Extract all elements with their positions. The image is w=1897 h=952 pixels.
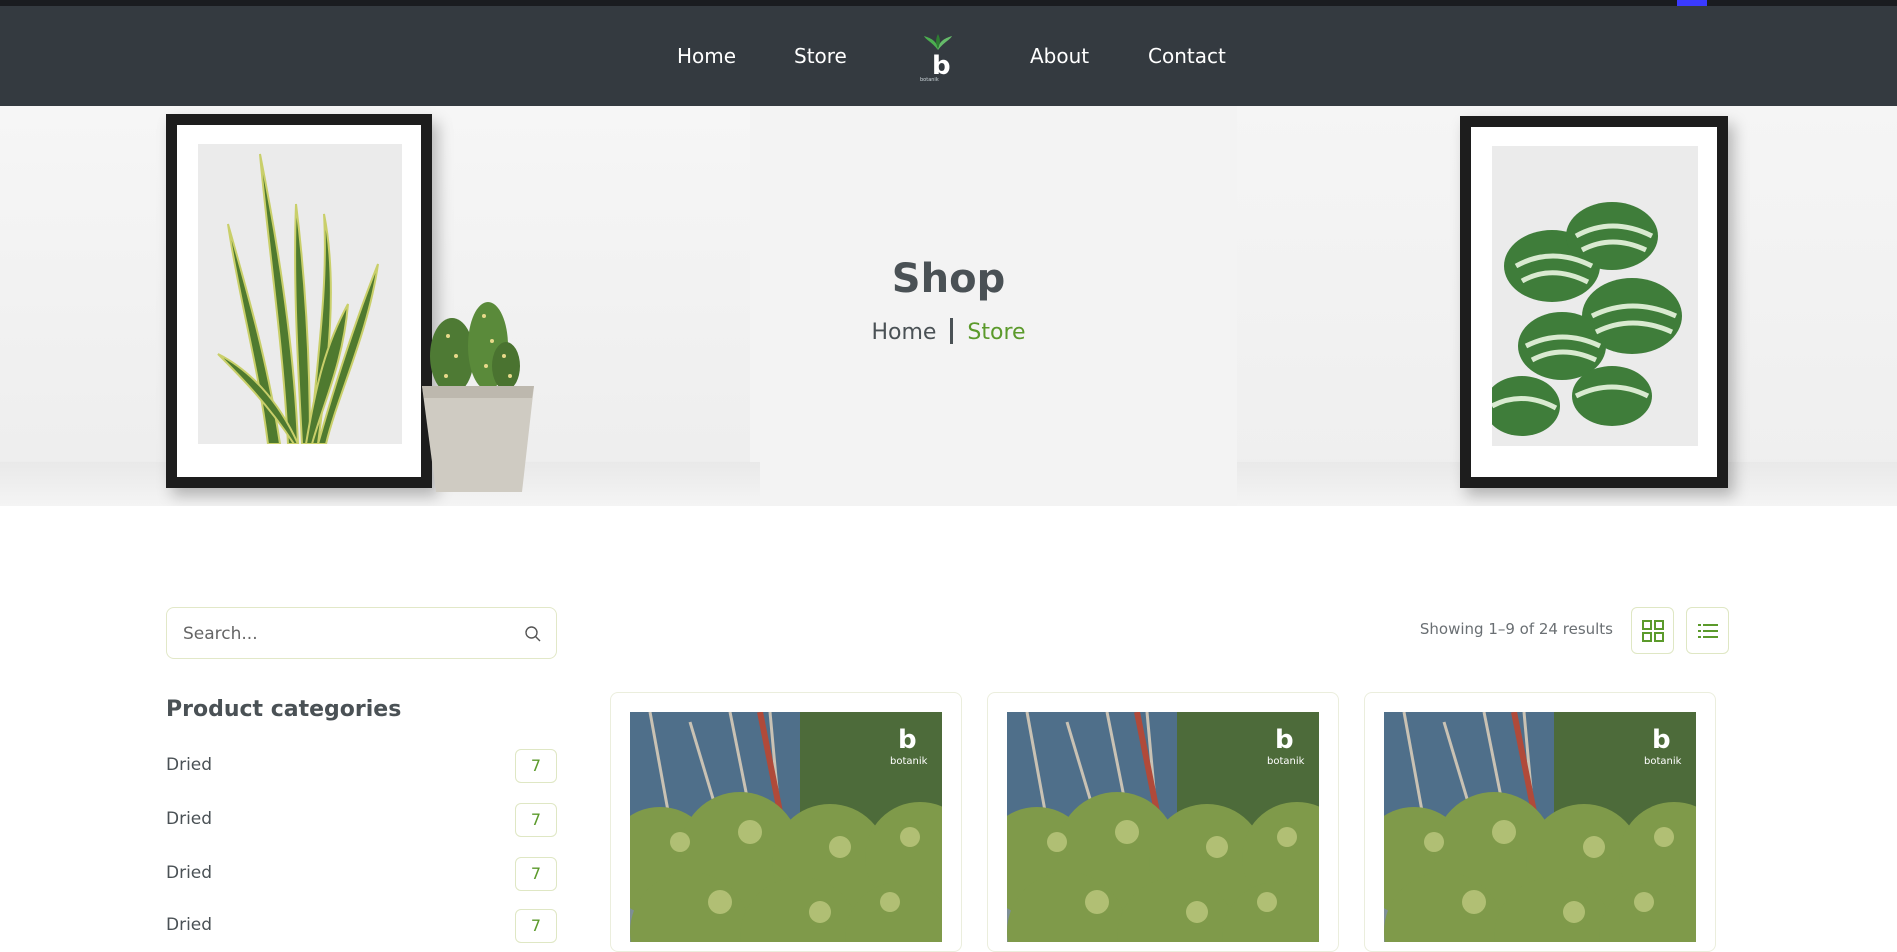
svg-text:b: b xyxy=(898,725,917,755)
category-label: Dried xyxy=(166,809,213,829)
product-photo: b botanik xyxy=(1007,712,1319,942)
category-count-badge: 7 xyxy=(515,803,557,837)
category-count-badge: 7 xyxy=(515,749,557,783)
category-count-badge: 7 xyxy=(515,909,557,943)
list-view-icon xyxy=(1698,624,1718,638)
product-categories-title: Product categories xyxy=(166,697,402,722)
page-title: Shop xyxy=(891,256,1006,302)
grid-view-button[interactable] xyxy=(1631,607,1674,654)
category-label: Dried xyxy=(166,863,213,883)
nav-link-contact[interactable]: Contact xyxy=(1148,44,1226,68)
breadcrumb-current: Store xyxy=(967,320,1026,345)
product-photo: b botanik xyxy=(630,712,942,942)
breadcrumb-separator xyxy=(950,318,954,344)
grid-view-icon xyxy=(1642,620,1664,642)
category-label: Dried xyxy=(166,915,213,935)
product-card[interactable]: b botanik xyxy=(1364,692,1716,952)
category-item[interactable]: Dried 7 xyxy=(166,803,557,837)
product-watermark: botanik xyxy=(1644,756,1682,767)
product-card[interactable]: b botanik xyxy=(610,692,962,952)
product-photo: b botanik xyxy=(1384,712,1696,942)
framed-calathea-picture xyxy=(1460,116,1728,488)
svg-text:b: b xyxy=(1275,725,1294,755)
breadcrumb: Home Store xyxy=(0,318,1897,345)
category-item[interactable]: Dried 7 xyxy=(166,749,557,783)
search-input[interactable] xyxy=(183,620,503,648)
category-item[interactable]: Dried 7 xyxy=(166,909,557,943)
svg-text:botanik: botanik xyxy=(920,77,939,82)
main-navbar: Home Store b botanik About Contact xyxy=(0,6,1897,106)
category-count-badge: 7 xyxy=(515,857,557,891)
nav-link-home[interactable]: Home xyxy=(677,44,736,68)
category-item[interactable]: Dried 7 xyxy=(166,857,557,891)
hero-banner: Shop Home Store xyxy=(0,106,1897,506)
nav-link-about[interactable]: About xyxy=(1030,44,1089,68)
svg-text:b: b xyxy=(1652,725,1671,755)
product-card[interactable]: b botanik xyxy=(987,692,1339,952)
list-view-button[interactable] xyxy=(1686,607,1729,654)
product-watermark: botanik xyxy=(890,756,928,767)
search-icon[interactable] xyxy=(524,625,542,643)
search-field xyxy=(166,607,557,659)
nav-link-store[interactable]: Store xyxy=(794,44,847,68)
product-watermark: botanik xyxy=(1267,756,1305,767)
botanik-logo-icon[interactable]: b botanik xyxy=(912,34,964,83)
results-count: Showing 1–9 of 24 results xyxy=(1419,620,1613,638)
breadcrumb-home-link[interactable]: Home xyxy=(871,320,936,345)
category-label: Dried xyxy=(166,755,213,775)
